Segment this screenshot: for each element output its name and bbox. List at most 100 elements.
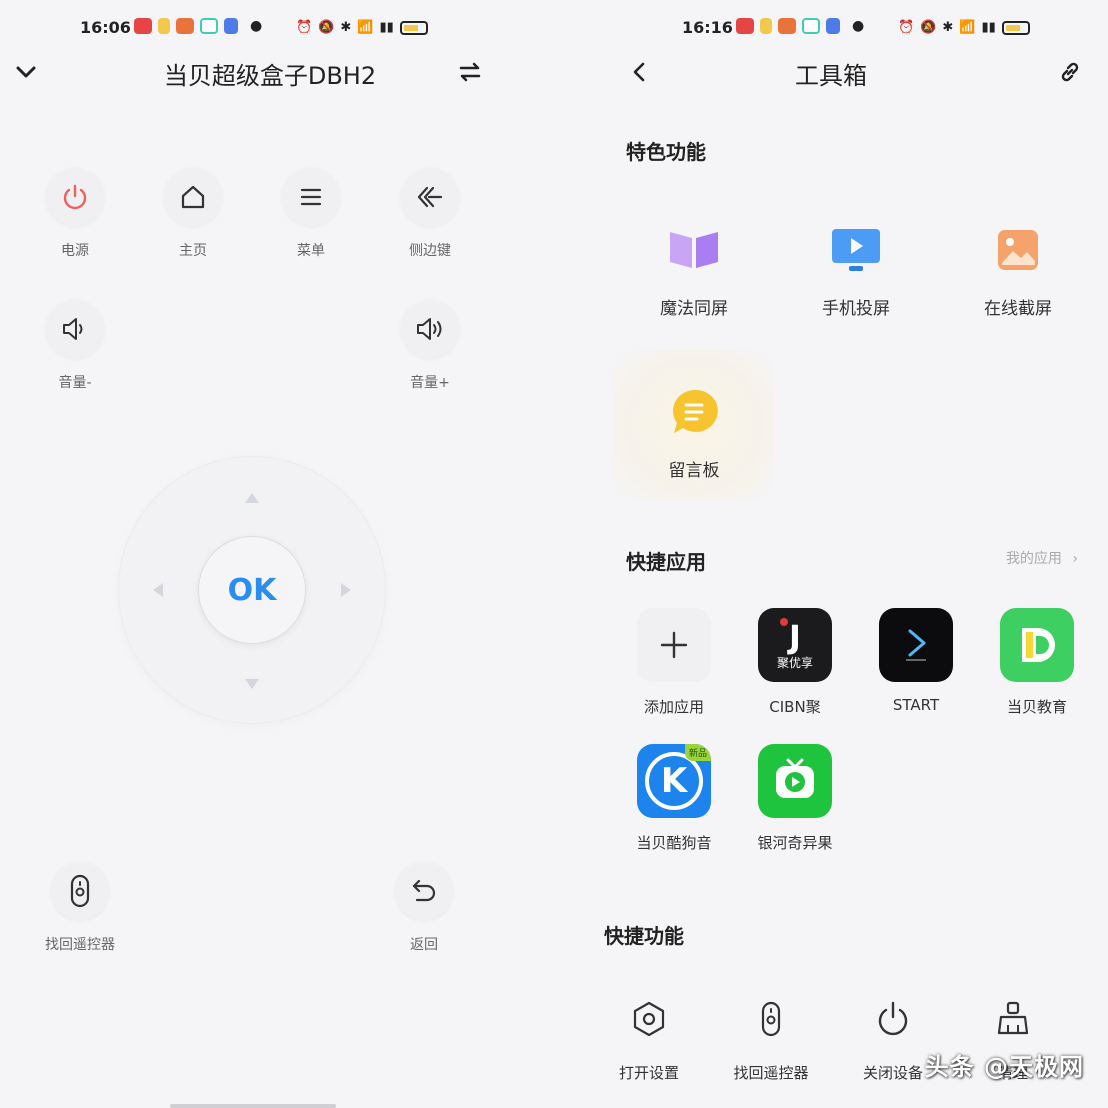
right-arrow-icon[interactable] [336,580,356,600]
dangbei-kugou-label: 当贝酷狗音 [636,834,712,852]
notification-app-icon [760,18,772,34]
magic-screen-tile[interactable]: 魔法同屏 [624,222,764,319]
system-status-icons: ⏰ 🔕 ✱ 📶 ▮▮ [898,20,1030,35]
magic-screen-icon [666,222,722,278]
message-board-icon [666,384,722,440]
back-button[interactable]: 返回 [374,862,474,954]
open-settings-button[interactable]: 打开设置 [594,994,704,1083]
find-remote-button[interactable]: 找回遥控器 [30,862,130,954]
notification-icons: ● [134,18,262,34]
directional-pad: OK [118,456,386,724]
menu-label: 菜单 [297,243,325,259]
phone-cast-icon [828,222,884,278]
broom-icon [988,994,1038,1044]
settings-hex-icon [624,994,674,1044]
my-apps-link[interactable]: 我的应用 › [1006,548,1078,568]
notification-app-icon [158,18,170,34]
find-remote-label: 找回遥控器 [45,937,115,953]
quick-apps-section-title: 快捷应用 [626,550,706,574]
page-title: 工具箱 [795,62,867,90]
alarm-icon: ⏰ [898,20,915,35]
power-icon [868,994,918,1044]
link-icon[interactable] [1054,56,1086,88]
menu-icon [282,168,340,226]
ok-button[interactable]: OK [198,536,306,644]
side-key-button[interactable]: 侧边键 [380,168,480,260]
power-label: 电源 [61,243,89,259]
cibn-red-dot [780,618,788,626]
down-arrow-icon[interactable] [242,674,262,694]
notification-app-icon [826,18,840,34]
cibn-logo-text: 聚优享 [776,655,813,670]
up-arrow-icon[interactable] [242,488,262,508]
more-notifications-dot: ● [852,18,865,34]
volume-down-button[interactable]: 音量- [25,300,125,392]
screenshot-icon [990,222,1046,278]
phone-cast-label: 手机投屏 [822,299,890,319]
watermark: 头条 @天极网 [924,1053,1084,1081]
home-icon [164,168,222,226]
cibn-logo-letter: J [789,617,801,656]
dangbei-kugou-app[interactable]: K 新品 当贝酷狗音 [624,744,724,853]
open-settings-label: 打开设置 [618,1064,679,1082]
return-icon [395,862,453,920]
kiwi-icon [758,744,832,818]
plus-icon [637,608,711,682]
iqiyi-kiwi-label: 银河奇异果 [757,834,833,852]
side-key-icon [401,168,459,226]
cibn-app-icon: J 聚优享 [758,608,832,682]
menu-button[interactable]: 菜单 [261,168,361,260]
magic-screen-label: 魔法同屏 [660,299,728,319]
alarm-icon: ⏰ [296,20,313,35]
volume-up-icon [401,300,459,358]
dangbei-education-app[interactable]: 当贝教育 [987,608,1087,717]
notification-app-icon [176,18,194,34]
add-app-label: 添加应用 [643,698,704,716]
system-status-icons: ⏰ 🔕 ✱ 📶 ▮▮ [296,20,428,35]
notification-app-icon [200,18,218,34]
remote-icon [746,994,796,1044]
power-button[interactable]: 电源 [25,168,125,260]
notification-app-icon [802,18,820,34]
cibn-app[interactable]: J 聚优享 CIBN聚 [745,608,845,717]
remote-icon [51,862,109,920]
status-time: 16:16 [682,18,733,37]
bluetooth-icon: ✱ [942,20,954,35]
power-icon [46,168,104,226]
start-app-label: START [892,696,940,714]
volume-up-button[interactable]: 音量+ [380,300,480,392]
quick-functions-section-title: 快捷功能 [604,924,684,948]
notification-app-icon [134,18,152,34]
remote-header: 当贝超级盒子DBH2 [0,52,540,92]
home-label: 主页 [179,243,207,259]
volume-down-label: 音量- [58,375,92,391]
find-remote-function[interactable]: 找回遥控器 [716,994,826,1083]
kugou-logo-letter: K [660,761,688,801]
cibn-app-label: CIBN聚 [769,698,821,716]
status-bar: 16:16 ● ⏰ 🔕 ✱ 📶 ▮▮ [554,14,1108,42]
bluetooth-icon: ✱ [340,20,352,35]
toolbox-header: 工具箱 [554,52,1108,92]
battery-icon [399,20,428,35]
start-app[interactable]: START [866,608,966,714]
find-remote-function-label: 找回遥控器 [733,1064,809,1082]
screenshot-label: 在线截屏 [984,299,1052,319]
gesture-bar[interactable] [170,1104,336,1108]
switch-icon[interactable] [454,56,486,88]
silent-icon: 🔕 [920,20,937,35]
add-app-button[interactable]: 添加应用 [624,608,724,717]
phone-cast-tile[interactable]: 手机投屏 [786,222,926,319]
status-time: 16:06 [80,18,131,37]
home-button[interactable]: 主页 [143,168,243,260]
side-key-label: 侧边键 [409,243,451,259]
my-apps-label: 我的应用 [1005,551,1062,567]
remote-control-screen: 16:06 ● ⏰ 🔕 ✱ 📶 ▮▮ 当贝超级盒子DBH2 电源 主页 菜单 侧… [0,0,540,1108]
left-arrow-icon[interactable] [148,580,168,600]
volume-down-icon [46,300,104,358]
iqiyi-kiwi-app[interactable]: 银河奇异果 [745,744,845,853]
signal-icon: ▮▮ [981,20,996,35]
screenshot-tile[interactable]: 在线截屏 [948,222,1088,319]
message-board-tile[interactable]: 留言板 [624,384,764,481]
notification-app-icon [736,18,754,34]
featured-section-title: 特色功能 [626,140,706,164]
